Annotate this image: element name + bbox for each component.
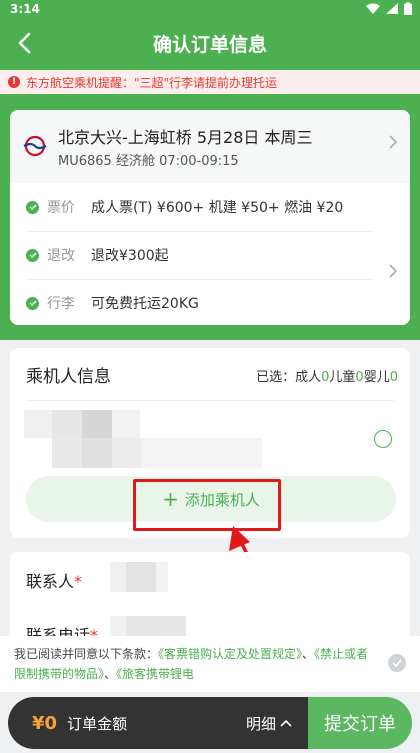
order-amount-area: ¥0 订单金额 明细 [8,697,308,749]
fare-row-value: 退改¥300起 [91,248,169,264]
blur-block [110,562,126,592]
price-detail-button[interactable]: 明细 [246,713,292,734]
blur-block [126,562,156,592]
flight-summary[interactable]: 北京大兴-上海虹桥 5月28日 本周三 MU6865 经济舱 07:00-09:… [10,110,410,183]
status-time: 3:14 [10,2,40,16]
blur-block [82,410,112,438]
terms-separator: 、 [302,647,315,661]
fare-row-label: 票价 [47,200,75,216]
adult-label: 成人 [295,370,322,385]
fare-row-label: 行李 [47,296,75,312]
add-passenger-label: 添加乘机人 [184,490,260,509]
add-passenger-button[interactable]: + 添加乘机人 [26,476,396,522]
infant-label: 婴儿 [363,370,390,385]
check-icon [26,200,39,214]
status-bar: 3:14 [0,0,420,20]
blur-block [112,410,140,438]
passenger-card: 乘机人信息 已选：成人0儿童0婴儿0 + 添加乘机人 [10,348,410,538]
order-amount-label: 订单金额 [67,714,128,733]
terms-agreement: 我已阅读并同意以下条款：《客票错购认定及处置规定》、《禁止或者限制携带的物品》、… [0,636,420,692]
terms-separator: 、 [104,667,117,681]
terms-agree-checkbox[interactable] [388,654,406,672]
battery-icon [404,2,412,15]
status-icons [366,2,412,15]
plus-icon: + [162,487,179,511]
fare-row-value: 成人票(T) ¥600+ 机建 ¥50+ 燃油 ¥20 [91,200,344,216]
contact-name-text: 联系人 [26,572,75,591]
blur-block [156,562,168,592]
blur-block [52,438,82,468]
blur-block [82,438,112,468]
fare-row-label: 退改 [47,248,75,264]
terms-link-lithium-battery[interactable]: 《旅客携带锂电 [116,667,194,681]
page-title: 确认订单信息 [152,34,267,56]
signal-icon [386,3,398,14]
terms-link-wrong-purchase[interactable]: 《客票错购认定及处置规定》 [158,647,302,661]
flight-number-and-time: MU6865 经济舱 07:00-09:15 [58,154,239,169]
fare-row-value: 可免费托运20KG [91,296,199,312]
check-icon [26,248,39,262]
flight-card: 北京大兴-上海虹桥 5月28日 本周三 MU6865 经济舱 07:00-09:… [10,110,410,325]
order-price: ¥0 [32,712,58,734]
child-count: 0 [355,370,364,385]
chevron-right-icon [389,135,398,149]
required-mark: * [74,572,83,591]
selected-passenger-count: 已选：成人0儿童0婴儿0 [256,366,398,385]
passenger-select-radio[interactable] [374,430,392,448]
chevron-right-icon [389,264,398,278]
flight-route: 北京大兴-上海虹桥 5月28日 本周三 [58,128,313,147]
chevron-up-icon [280,719,292,727]
alert-icon: ! [8,76,20,88]
submit-order-button[interactable]: 提交订单 [308,697,412,749]
detail-label: 明细 [245,714,276,733]
child-label: 儿童 [329,370,356,385]
passenger-section-title: 乘机人信息 [26,367,111,387]
nav-bar: 确认订单信息 [0,20,420,66]
blur-block [52,410,82,438]
airline-notice-banner: ! 东方航空乘机提醒："三超"行李请提前办理托运 [0,70,420,94]
blur-block [112,438,142,468]
selected-prefix: 已选： [256,370,296,385]
fare-row-refund: 退改 退改¥300起 [10,231,410,279]
notice-text: 东方航空乘机提醒："三超"行李请提前办理托运 [26,75,278,90]
fare-info-rows[interactable]: 票价 成人票(T) ¥600+ 机建 ¥50+ 燃油 ¥20 退改 退改¥300… [10,183,410,327]
blur-block [142,438,262,468]
contact-name-input[interactable] [110,562,390,592]
terms-prefix: 我已阅读并同意以下条款： [14,647,159,661]
check-icon [392,659,402,667]
bottom-action-bar: ¥0 订单金额 明细 提交订单 [8,697,412,749]
fare-row-baggage: 行李 可免费托运20KG [10,279,410,327]
blur-block [24,410,52,438]
wifi-icon [366,3,380,14]
airline-logo-icon [23,135,47,157]
infant-count: 0 [389,370,398,385]
contact-name-label: 联系人* [26,568,82,592]
check-icon [26,296,39,310]
fare-row-price: 票价 成人票(T) ¥600+ 机建 ¥50+ 燃油 ¥20 [10,183,410,231]
divider [26,400,394,401]
